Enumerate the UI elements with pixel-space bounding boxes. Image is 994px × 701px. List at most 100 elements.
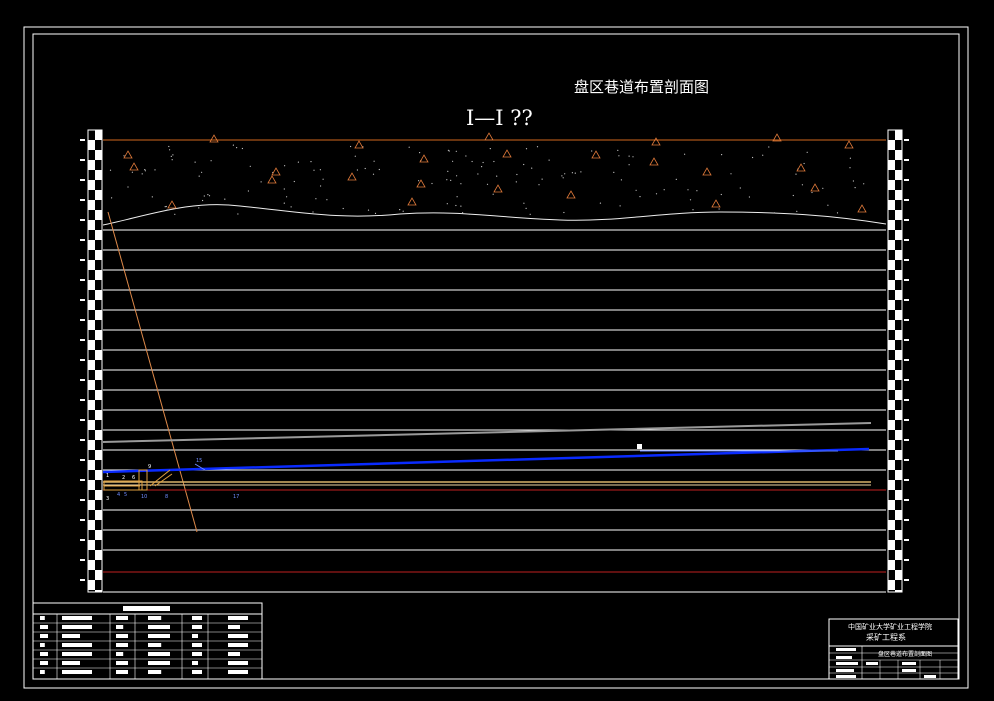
- callout-label: 4: [117, 492, 120, 498]
- section-title: I—I ??: [466, 106, 533, 130]
- scale-cell: [95, 330, 102, 340]
- scale-cell: [88, 240, 95, 250]
- scale-tick: [904, 279, 909, 281]
- scale-cell: [95, 190, 102, 200]
- gravel-triangle: [502, 149, 512, 158]
- revision-table-cell-text: [62, 661, 80, 665]
- scale-cell: [88, 140, 95, 150]
- scale-cell: [895, 250, 902, 260]
- topsoil-dot: [675, 178, 677, 180]
- gravel-triangle: [493, 184, 503, 193]
- topsoil-dot: [561, 175, 563, 177]
- scale-cell: [95, 270, 102, 280]
- scale-cell: [895, 350, 902, 360]
- scale-cell: [95, 410, 102, 420]
- topsoil-dot: [207, 194, 209, 196]
- topsoil-dot: [455, 204, 457, 207]
- topsoil-dot: [310, 161, 312, 163]
- revision-table-cell-text: [62, 652, 92, 656]
- scale-cell: [88, 520, 95, 530]
- topsoil-dot: [342, 207, 344, 210]
- topsoil-dot: [374, 212, 377, 214]
- topsoil-dot: [372, 173, 375, 175]
- topsoil-dot: [548, 159, 550, 161]
- revision-table-cell-text: [40, 661, 48, 665]
- scale-tick: [80, 399, 85, 401]
- scale-cell: [895, 330, 902, 340]
- topsoil-dot: [486, 183, 489, 185]
- revision-table-cell-text: [116, 652, 124, 656]
- topsoil-dot: [293, 180, 295, 183]
- topsoil-dot: [319, 169, 321, 171]
- scale-cell: [888, 280, 895, 290]
- scale-cell: [95, 490, 102, 500]
- scale-cell: [895, 230, 902, 240]
- scale-tick: [80, 139, 85, 141]
- revision-table-cell-text: [116, 670, 128, 674]
- scale-cell: [95, 570, 102, 580]
- callout-labels: 1 2 3 4 5 6 8 9 10 15 17: [106, 458, 239, 502]
- scale-cell: [95, 150, 102, 160]
- scale-tick: [904, 319, 909, 321]
- topsoil-dot: [198, 207, 200, 209]
- gravel-triangle: [711, 199, 721, 208]
- scale-cell: [895, 170, 902, 180]
- scale-cell: [95, 450, 102, 460]
- revision-table-cell-text: [40, 616, 45, 620]
- topsoil-dot: [564, 173, 566, 175]
- scale-cell: [95, 590, 102, 592]
- scale-tick: [80, 559, 85, 561]
- topsoil-dot: [515, 181, 517, 183]
- topsoil-dot: [836, 212, 839, 214]
- scale-cell: [895, 450, 902, 460]
- topsoil-dot: [208, 195, 211, 197]
- topsoil-dot: [419, 152, 421, 154]
- revision-table-cell-text: [62, 634, 80, 638]
- topsoil-dot: [320, 185, 322, 187]
- scale-cell: [888, 220, 895, 230]
- topsoil-dot: [482, 161, 484, 164]
- topsoil-dot: [460, 205, 462, 207]
- scale-cell: [88, 280, 95, 290]
- scale-cell: [88, 340, 95, 350]
- topsoil-dot: [632, 156, 634, 158]
- scale-cell: [888, 300, 895, 310]
- topsoil-dot: [481, 166, 483, 168]
- scale-cell: [895, 150, 902, 160]
- topsoil-dot: [283, 188, 285, 190]
- scale-cell: [895, 430, 902, 440]
- topsoil-dot: [127, 186, 129, 188]
- topsoil-dot: [684, 153, 686, 155]
- topsoil-dot: [241, 147, 243, 150]
- revision-table-cell-text: [40, 643, 45, 647]
- topsoil-dot: [806, 151, 808, 153]
- topsoil-dot: [811, 191, 813, 194]
- topsoil-dot: [525, 148, 528, 150]
- left-elevation-scale: [80, 129, 103, 593]
- scale-cell: [888, 140, 895, 150]
- topsoil-dot: [249, 165, 251, 167]
- topsoil-dot: [796, 210, 798, 212]
- scale-tick: [80, 419, 85, 421]
- topsoil-dot: [297, 161, 299, 163]
- scale-cell: [895, 130, 902, 140]
- scale-cell: [895, 190, 902, 200]
- scale-tick: [80, 439, 85, 441]
- topsoil-dot: [356, 169, 358, 171]
- topsoil-dot: [721, 154, 723, 156]
- scale-cell: [88, 180, 95, 190]
- scale-cell: [888, 200, 895, 210]
- gravel-triangle: [167, 200, 177, 209]
- scale-cell: [895, 370, 902, 380]
- scale-cell: [888, 360, 895, 370]
- scale-cell: [895, 290, 902, 300]
- revision-table-header: [123, 606, 170, 611]
- revision-table-cell-text: [40, 625, 48, 629]
- topsoil-dot: [489, 148, 491, 150]
- topsoil-dot: [154, 169, 156, 171]
- scale-tick: [80, 339, 85, 341]
- topsoil-dot: [635, 189, 637, 191]
- topsoil-dot: [456, 175, 458, 177]
- scale-tick: [904, 359, 909, 361]
- revision-table-cell-text: [148, 616, 162, 620]
